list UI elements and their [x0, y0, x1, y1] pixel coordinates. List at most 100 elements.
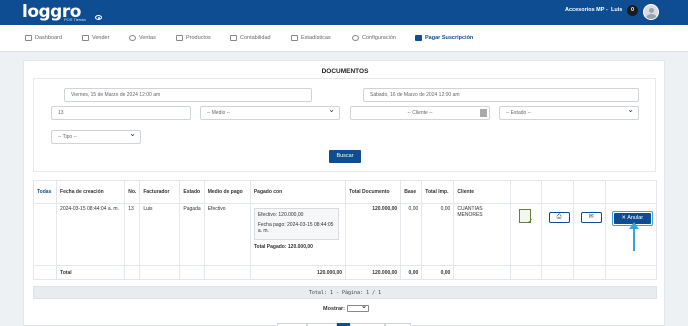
cell-estado: Pagada — [179, 203, 205, 266]
cell-cliente: CUANTIAS MENORES — [453, 203, 512, 266]
totals-empty-cell — [572, 265, 606, 280]
avatar[interactable] — [643, 4, 659, 20]
totals-pagado: 120.000,00 — [249, 265, 347, 280]
documents-panel: DOCUMENTOS Viernes, 15 de Marzo de 2024 … — [23, 60, 665, 326]
documents-table: Todas Fecha de creación No. Facturador E… — [32, 180, 658, 280]
nav-label: Vender — [92, 35, 110, 41]
cell-no: 13 — [124, 203, 141, 266]
chart-icon — [291, 35, 298, 41]
totals-empty-cell — [139, 265, 181, 280]
row-select-cell[interactable] — [32, 203, 58, 266]
select-all-header[interactable]: Todas — [32, 180, 58, 204]
document-number-input[interactable]: 13 — [51, 106, 191, 120]
mostrar-label: Mostrar: — [323, 305, 346, 312]
eye-icon[interactable] — [95, 15, 102, 20]
cell-base: 0,00 — [400, 203, 423, 266]
page-size-control: Mostrar: — [323, 302, 370, 312]
nav-dashboard[interactable]: Dashboard — [25, 35, 62, 41]
gear-icon — [352, 35, 359, 41]
page-title: DOCUMENTOS — [321, 68, 369, 75]
nav-label: Dashboard — [35, 35, 62, 41]
box-icon — [176, 35, 183, 41]
pagination-summary: Total: 1 - Página: 1 / 1 — [33, 286, 657, 299]
notification-badge[interactable]: 0 — [627, 5, 638, 16]
tipo-select[interactable]: -- Tipo -- — [51, 130, 141, 144]
card-icon — [415, 35, 422, 41]
nav-pagar-suscripcion[interactable]: Pagar Suscripción — [415, 35, 473, 41]
cell-pagado: Efectivo: 120.000,00 Fecha pago: 2024-03… — [249, 203, 347, 266]
page-size-select[interactable] — [347, 302, 370, 312]
totals-empty-cell — [540, 265, 574, 280]
totals-total-imp: 0,00 — [421, 265, 455, 280]
col-total-imp: Total Imp. — [421, 180, 455, 204]
nav-vender[interactable]: Vender — [82, 35, 109, 41]
table-header-row: Todas Fecha de creación No. Facturador E… — [32, 180, 658, 204]
document-check-icon[interactable] — [519, 209, 533, 225]
cell-email-action: ✉ — [572, 203, 606, 266]
totals-empty-cell — [32, 265, 58, 280]
top-bar: loggro POS Tienda Accesorios MP - Luis 0 — [0, 0, 688, 25]
nav-ventas[interactable]: Ventas — [129, 35, 156, 41]
totals-base: 0,00 — [400, 265, 423, 280]
medio-select[interactable]: -- Medio -- — [200, 106, 340, 120]
nav-label: Productos — [186, 35, 211, 41]
logo-subtitle: POS Tienda — [64, 17, 86, 22]
totals-empty-cell — [179, 265, 205, 280]
estado-select[interactable]: -- Estado -- — [499, 106, 639, 120]
cell-medio: Efectivo — [203, 203, 251, 266]
anular-label: Anular — [627, 215, 644, 221]
cell-total-imp: 0,00 — [421, 203, 455, 266]
cell-print-action: ⎙ — [540, 203, 574, 266]
store-selector[interactable]: Accesorios MP - — [565, 7, 608, 13]
search-button[interactable]: Buscar — [329, 150, 361, 163]
totals-empty-cell — [604, 265, 658, 280]
totals-empty-cell — [203, 265, 251, 280]
total-pagado: Total Pagado: 120.000,00 — [253, 244, 313, 250]
totals-total-documento: 120.000,00 — [345, 265, 402, 280]
totals-label: Total — [56, 265, 126, 280]
col-no: No. — [124, 180, 141, 204]
nav-estadisticas[interactable]: Estadísticas — [291, 35, 331, 41]
nav-label: Contabilidad — [240, 35, 271, 41]
dashboard-icon — [25, 35, 32, 41]
ledger-icon — [230, 35, 237, 41]
totals-row: Total 120.000,00 120.000,00 0,00 0,00 — [32, 265, 658, 280]
payment-line-1: Efectivo: 120.000,00 — [257, 212, 304, 218]
col-facturador: Facturador — [139, 180, 181, 204]
nav-productos[interactable]: Productos — [176, 35, 211, 41]
nav-configuracion[interactable]: Configuración — [352, 35, 396, 41]
email-button[interactable]: ✉ — [580, 212, 602, 223]
cell-facturador: Luis — [139, 203, 181, 266]
col-email-action — [572, 180, 606, 204]
table-row: 2024-03-15 08:44:04 a. m. 13 Luis Pagada… — [32, 203, 658, 266]
cell-total-documento: 120.000,00 — [345, 203, 402, 266]
date-from-input[interactable]: Viernes, 15 de Marzo de 2024 12:00 am — [64, 88, 312, 102]
nav-label: Pagar Suscripción — [425, 35, 474, 41]
dropdown-handle-icon — [480, 109, 487, 117]
dollar-icon — [129, 35, 136, 41]
col-base: Base — [400, 180, 423, 204]
col-cliente: Cliente — [453, 180, 512, 204]
nav-label: Configuración — [362, 35, 396, 41]
totals-empty-cell — [453, 265, 512, 280]
cart-icon — [82, 35, 89, 41]
totals-empty-cell — [124, 265, 141, 280]
nav-contabilidad[interactable]: Contabilidad — [230, 35, 271, 41]
payment-detail-box: Efectivo: 120.000,00 Fecha pago: 2024-03… — [253, 208, 339, 240]
col-estado: Estado — [179, 180, 205, 204]
col-medio: Medio de pago — [203, 180, 251, 204]
date-to-input[interactable]: Sábado, 16 de Marzo de 2024 12:00 am — [363, 88, 639, 102]
col-total-documento: Total Documento — [345, 180, 402, 204]
user-name[interactable]: Luis — [611, 7, 622, 13]
col-print-action — [540, 180, 574, 204]
col-doc-action — [510, 180, 542, 204]
cliente-select[interactable]: -- Cliente -- — [350, 106, 490, 120]
cell-fecha: 2024-03-15 08:44:04 a. m. — [56, 203, 126, 266]
col-pagado: Pagado con — [249, 180, 347, 204]
print-button[interactable]: ⎙ — [548, 212, 570, 223]
cell-anular-action: ✕ Anular — [604, 203, 658, 266]
col-anular-action — [604, 180, 658, 204]
arrow-annotation — [633, 227, 635, 251]
cliente-select-label: -- Cliente -- — [407, 110, 433, 116]
payment-line-2: Fecha pago: 2024-03-15 08:44:05 a. m. — [257, 222, 334, 234]
